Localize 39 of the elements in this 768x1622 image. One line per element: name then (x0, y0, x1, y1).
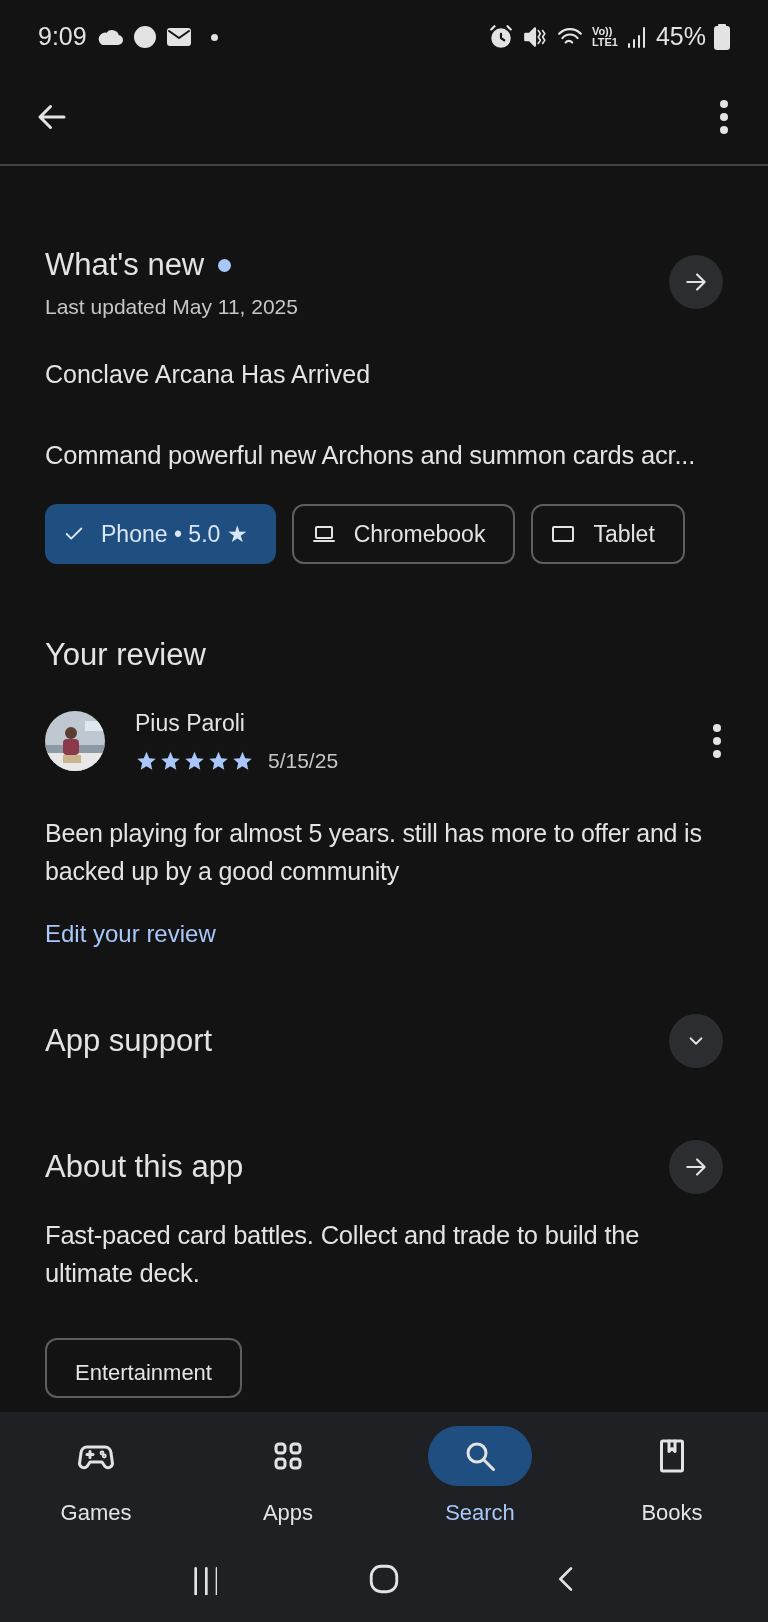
signal-bars-icon (625, 25, 648, 49)
mail-icon (166, 27, 191, 47)
category-chip[interactable]: Entertainment (45, 1338, 242, 1399)
review-text: Been playing for almost 5 years. still has more to offer and is backed up by a good community (45, 818, 703, 888)
nav-tab[interactable]: Apps (192, 1426, 384, 1552)
nav-tab[interactable]: Search (384, 1426, 576, 1552)
device-chip[interactable]: Tablet (531, 503, 685, 564)
star-icon (207, 749, 230, 772)
edit-review-link[interactable]: Edit your review (45, 916, 723, 953)
home-icon (367, 1562, 401, 1596)
review-date: 5/15/25 (268, 747, 339, 774)
section-title: Your review (45, 635, 207, 674)
battery-percent: 45% (655, 21, 706, 53)
whats-new-arrow-button[interactable] (669, 255, 723, 309)
nav-tab[interactable]: Games (0, 1426, 192, 1552)
section-title: What's new (45, 246, 205, 284)
muted-speaker-icon (521, 24, 548, 50)
star-icon (135, 749, 158, 772)
home-button[interactable] (367, 1562, 401, 1596)
volte-label: Vo)) (591, 26, 613, 37)
app-description: Fast-paced card battles. Collect and trade to build the ultimate deck. (45, 1220, 641, 1290)
section-title: About this app (45, 1148, 244, 1186)
battery-icon (714, 24, 730, 50)
device-chip[interactable]: Phone • 5.0 ★ (45, 503, 276, 564)
update-description: Command powerful new Archons and summon cards acr... (45, 439, 697, 471)
cloud-icon (96, 27, 123, 47)
reviewer-name: Pius Paroli (135, 709, 246, 739)
last-updated-text: Last updated May 11, 2025 (45, 293, 298, 320)
clock-time: 9:09 (38, 21, 87, 53)
about-arrow-button[interactable] (669, 1140, 723, 1195)
device-chip[interactable]: Chromebook (291, 503, 516, 564)
alarm-clock-icon (487, 24, 514, 50)
star-icon (159, 749, 182, 772)
lte-label: LTE1 (591, 37, 618, 48)
star-icon (183, 749, 206, 772)
section-title: App support (45, 1022, 213, 1060)
star-icon (231, 749, 254, 772)
update-headline: Conclave Arcana Has Arrived (45, 359, 372, 390)
nav-tab[interactable]: Books (576, 1426, 768, 1552)
